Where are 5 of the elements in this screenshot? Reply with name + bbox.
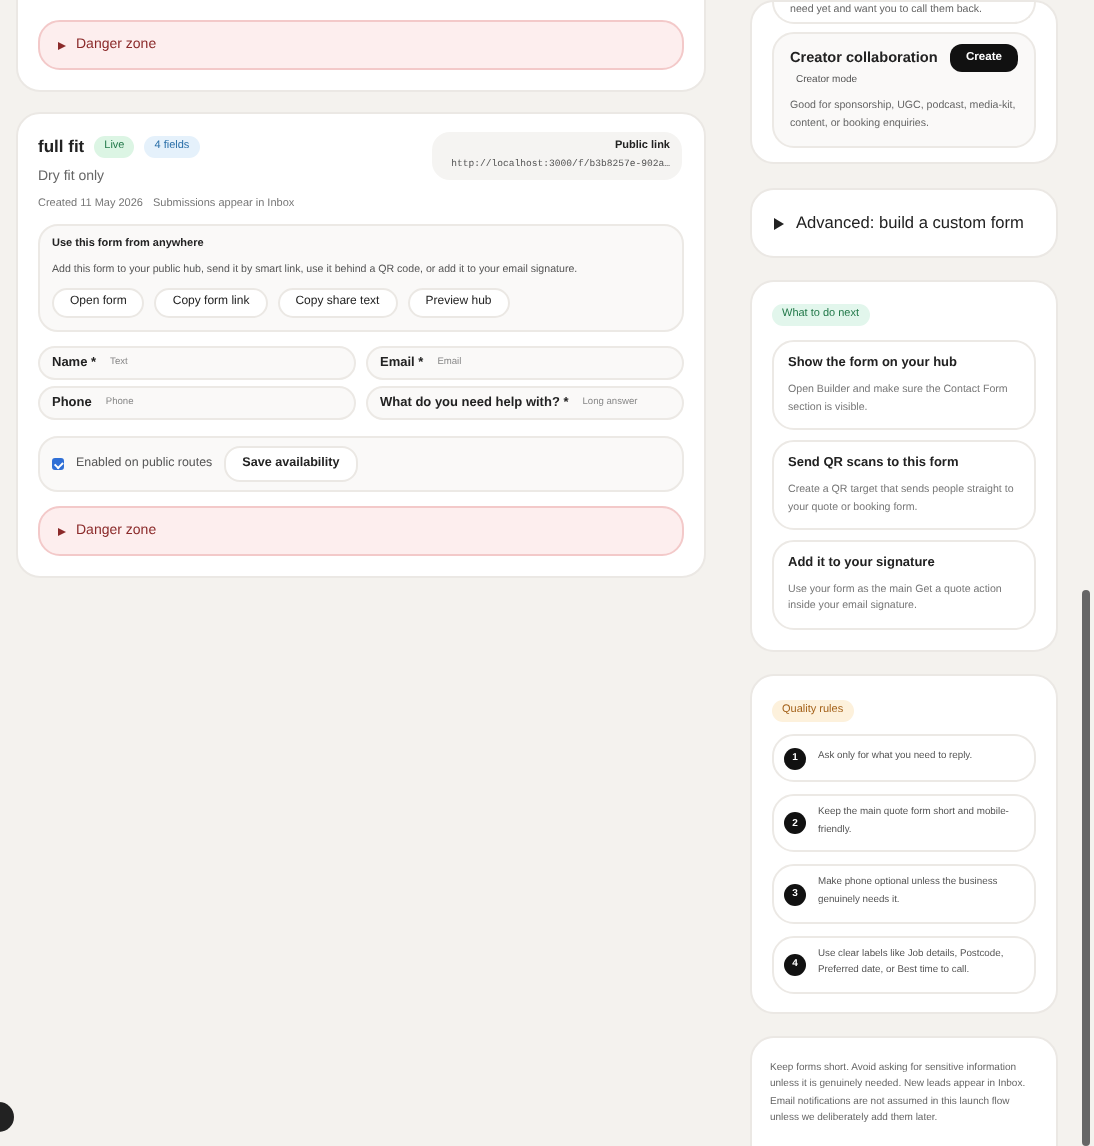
- scrollbar[interactable]: [1082, 590, 1090, 1146]
- form-title: full fit: [38, 136, 85, 159]
- advanced-label: Advanced: build a custom form: [796, 212, 1024, 235]
- advanced-toggle[interactable]: Advanced: build a custom form: [750, 188, 1058, 259]
- enabled-checkbox[interactable]: [52, 458, 64, 471]
